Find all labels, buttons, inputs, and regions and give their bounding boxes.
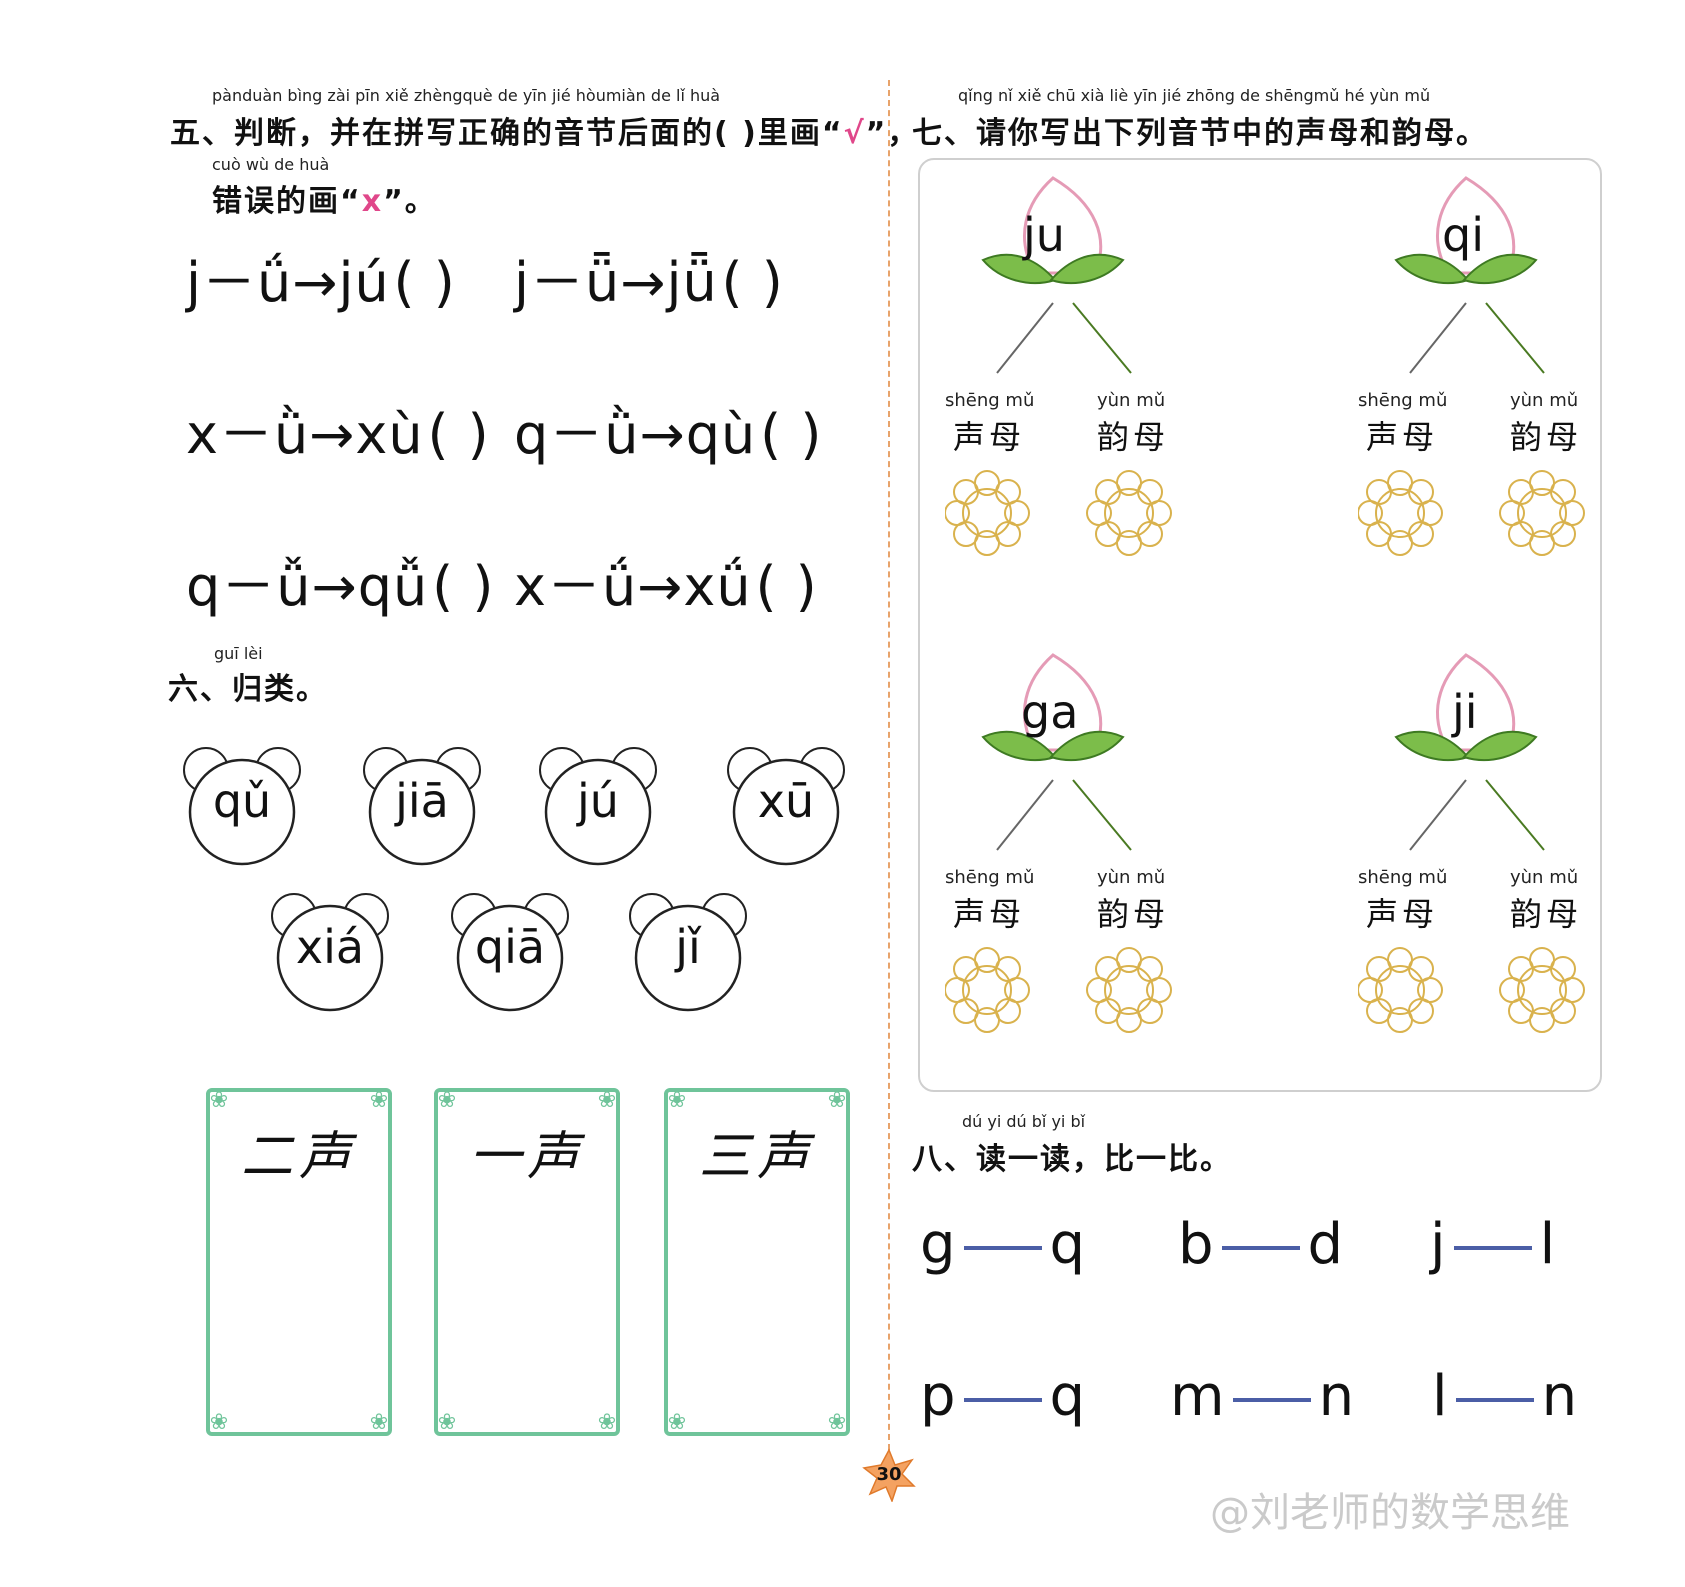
tree-syllable: ga bbox=[1021, 685, 1079, 739]
letter-pair: gq bbox=[920, 1212, 1086, 1277]
initial-label: 声母 bbox=[953, 418, 1026, 456]
tree-syllable: ju bbox=[1023, 208, 1065, 262]
tree-syllable: qi bbox=[1442, 208, 1484, 262]
section7-pinyin: qǐng nǐ xiě chū xià liè yīn jié zhōng de… bbox=[958, 86, 1431, 105]
section5-title2-a: 错误的画“ bbox=[212, 184, 362, 219]
flourish-icon: ❀ bbox=[667, 1410, 687, 1435]
peach-icon bbox=[1358, 653, 1585, 1033]
box-title: 三声 bbox=[698, 1127, 815, 1187]
flourish-icon: ❀ bbox=[369, 1088, 389, 1113]
section5-pinyin-line1: pànduàn bìng zài pīn xiě zhèngquè de yīn… bbox=[212, 86, 721, 105]
letter-pair: jl bbox=[1430, 1212, 1556, 1277]
bear-syllable: xū bbox=[757, 774, 815, 828]
equation-1: j－ǘ→jú( ) bbox=[186, 251, 456, 314]
equation-6: x－ǘ→xǘ( ) bbox=[514, 555, 818, 618]
section6-title: 六、归类。 bbox=[168, 672, 328, 707]
final-label: 韵母 bbox=[1510, 895, 1583, 933]
watermark: @刘老师的数学思维 bbox=[1210, 1490, 1570, 1536]
equation-4: q－ǜ→qù( ) bbox=[514, 403, 823, 466]
syllable-tree: ju shēng mǔ 声母 yùn mǔ 韵母 bbox=[945, 168, 1185, 578]
classify-box-second-tone[interactable]: ❀ ❀ ❀ ❀ 二声 bbox=[206, 1088, 392, 1436]
final-label: 韵母 bbox=[1510, 418, 1583, 456]
page-divider bbox=[888, 80, 890, 1460]
classify-box-first-tone[interactable]: ❀ ❀ ❀ ❀ 一声 bbox=[434, 1088, 620, 1436]
box-title: 二声 bbox=[240, 1127, 357, 1187]
syllable-tree: ji shēng mǔ 声母 yùn mǔ 韵母 bbox=[1358, 645, 1598, 1055]
letter-pair: pq bbox=[920, 1364, 1086, 1429]
bear-card: qiā bbox=[450, 886, 570, 1016]
flourish-icon: ❀ bbox=[597, 1088, 617, 1113]
section5-title-a: 五、判断，并在拼写正确的音节后面的( )里画“ bbox=[170, 116, 844, 151]
section6-pinyin: guī lèi bbox=[214, 644, 263, 663]
cross-mark: x bbox=[361, 184, 384, 219]
bear-syllable: qiā bbox=[474, 920, 546, 974]
final-label: 韵母 bbox=[1097, 418, 1170, 456]
page-number: 30 bbox=[876, 1464, 902, 1485]
final-pinyin: yùn mǔ bbox=[1097, 867, 1166, 888]
final-pinyin: yùn mǔ bbox=[1097, 390, 1166, 411]
flourish-icon: ❀ bbox=[437, 1410, 457, 1435]
letter-pair: mn bbox=[1170, 1364, 1355, 1429]
section7-title: 七、请你写出下列音节中的声母和韵母。 bbox=[912, 116, 1488, 151]
flourish-icon: ❀ bbox=[209, 1410, 229, 1435]
flourish-icon: ❀ bbox=[827, 1410, 847, 1435]
bear-card: xū bbox=[726, 740, 846, 870]
final-pinyin: yùn mǔ bbox=[1510, 867, 1579, 888]
peach-icon bbox=[945, 176, 1172, 556]
syllable-tree: qi shēng mǔ 声母 yùn mǔ 韵母 bbox=[1358, 168, 1598, 578]
tree-syllable: ji bbox=[1452, 685, 1478, 739]
bear-card: xiá bbox=[270, 886, 390, 1016]
section8-title: 八、读一读，比一比。 bbox=[912, 1142, 1232, 1177]
page-number-badge: 30 bbox=[862, 1448, 916, 1504]
flourish-icon: ❀ bbox=[369, 1410, 389, 1435]
section5-title-line2: 错误的画“x”。 bbox=[212, 176, 437, 220]
box-title: 一声 bbox=[468, 1127, 585, 1187]
initial-pinyin: shēng mǔ bbox=[945, 867, 1035, 888]
initial-pinyin: shēng mǔ bbox=[1358, 390, 1448, 411]
bear-syllable: qǔ bbox=[212, 774, 272, 828]
initial-label: 声母 bbox=[953, 895, 1026, 933]
bear-syllable: jiā bbox=[395, 774, 449, 828]
check-mark: √ bbox=[843, 116, 866, 151]
bear-syllable: xiá bbox=[295, 920, 365, 974]
equation-2: j－ǖ→jǖ( ) bbox=[514, 251, 784, 314]
bear-syllable: jú bbox=[577, 774, 619, 828]
bear-card: jú bbox=[538, 740, 658, 870]
final-pinyin: yùn mǔ bbox=[1510, 390, 1579, 411]
flourish-icon: ❀ bbox=[667, 1088, 687, 1113]
flourish-icon: ❀ bbox=[827, 1088, 847, 1113]
section8-pinyin: dú yi dú bǐ yi bǐ bbox=[962, 1112, 1086, 1131]
classify-box-third-tone[interactable]: ❀ ❀ ❀ ❀ 三声 bbox=[664, 1088, 850, 1436]
letter-pair: bd bbox=[1178, 1212, 1344, 1277]
section5-pinyin-line2: cuò wù de huà bbox=[212, 155, 330, 174]
equation-3: x－ǜ→xù( ) bbox=[186, 403, 490, 466]
initial-label: 声母 bbox=[1366, 418, 1439, 456]
section5-title-line1: 五、判断，并在拼写正确的音节后面的( )里画“√”， bbox=[170, 108, 919, 152]
bear-card: jǐ bbox=[628, 886, 748, 1016]
final-label: 韵母 bbox=[1097, 895, 1170, 933]
equation-5: q－ǚ→qǚ( ) bbox=[186, 555, 495, 618]
initial-pinyin: shēng mǔ bbox=[945, 390, 1035, 411]
bear-syllable: jǐ bbox=[675, 920, 701, 974]
bear-card: qǔ bbox=[182, 740, 302, 870]
flourish-icon: ❀ bbox=[597, 1410, 617, 1435]
section5-title2-b: ”。 bbox=[383, 184, 437, 219]
bear-card: jiā bbox=[362, 740, 482, 870]
initial-pinyin: shēng mǔ bbox=[1358, 867, 1448, 888]
initial-label: 声母 bbox=[1366, 895, 1439, 933]
syllable-tree: ga shēng mǔ 声母 yùn mǔ 韵母 bbox=[945, 645, 1185, 1055]
flourish-icon: ❀ bbox=[437, 1088, 457, 1113]
letter-pair: ln bbox=[1432, 1364, 1578, 1429]
flourish-icon: ❀ bbox=[209, 1088, 229, 1113]
